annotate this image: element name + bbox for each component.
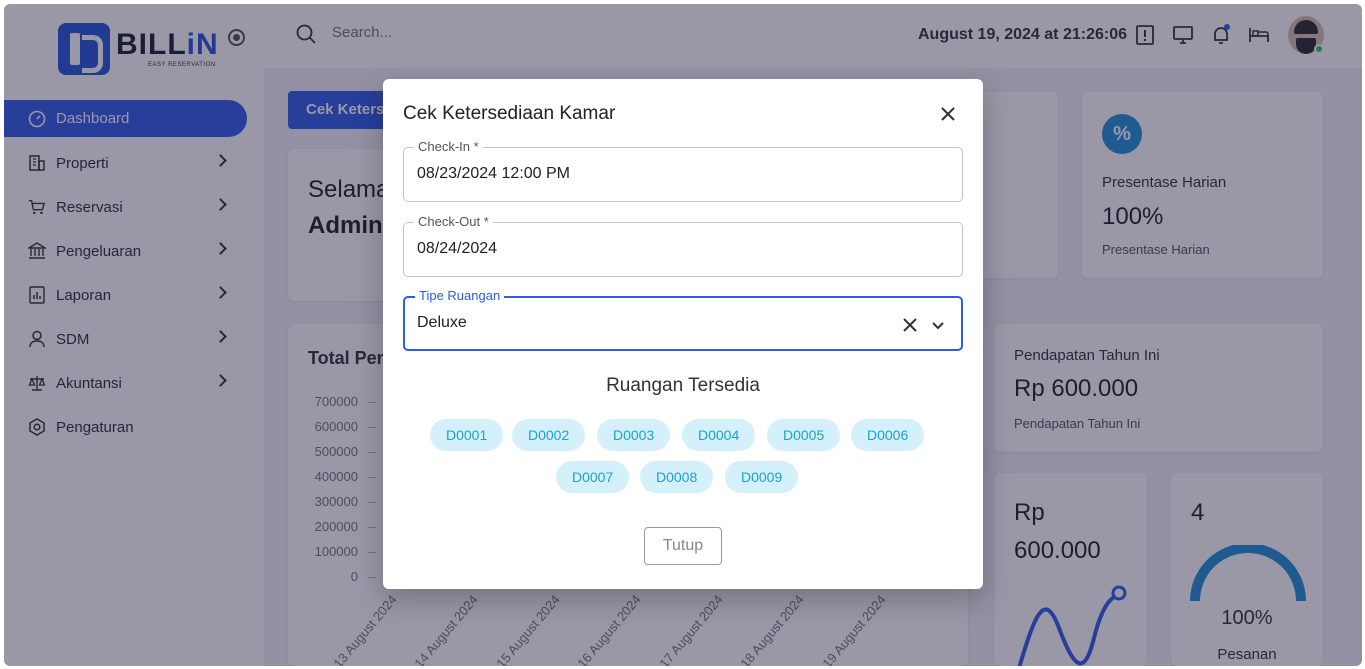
dialog-title: Cek Ketersediaan Kamar <box>403 103 616 124</box>
room-chip[interactable]: D0009 <box>725 461 799 493</box>
room-chip[interactable]: D0007 <box>556 461 630 493</box>
tipe-ruangan-value: Deluxe <box>417 314 467 331</box>
room-chip[interactable]: D0004 <box>682 419 756 451</box>
room-chip[interactable]: D0002 <box>512 419 586 451</box>
checkout-value: 08/24/2024 <box>417 240 498 257</box>
checkout-label: Check-Out * <box>414 214 493 229</box>
room-chip[interactable]: D0003 <box>597 419 671 451</box>
close-icon[interactable] <box>937 103 959 125</box>
tipe-ruangan-label: Tipe Ruangan <box>415 288 505 303</box>
room-chip[interactable]: D0005 <box>767 419 841 451</box>
app-window: BILLiN EASY RESERVATION Dashboard Proper… <box>4 4 1362 666</box>
tutup-button[interactable]: Tutup <box>644 527 722 565</box>
clear-icon[interactable] <box>901 316 919 334</box>
checkout-field[interactable]: Check-Out * 08/24/2024 <box>403 214 963 277</box>
checkin-value: 08/23/2024 12:00 PM <box>417 165 571 182</box>
checkin-label: Check-In * <box>414 139 483 154</box>
tipe-ruangan-select[interactable]: Tipe Ruangan Deluxe <box>403 288 963 351</box>
availability-dialog: Cek Ketersediaan Kamar Check-In * 08/23/… <box>383 79 983 589</box>
room-chip[interactable]: D0001 <box>430 419 504 451</box>
room-chip[interactable]: D0006 <box>851 419 925 451</box>
room-chip[interactable]: D0008 <box>640 461 714 493</box>
chevron-down-icon[interactable] <box>929 316 947 334</box>
checkin-field[interactable]: Check-In * 08/23/2024 12:00 PM <box>403 139 963 202</box>
rooms-heading: Ruangan Tersedia <box>606 375 760 396</box>
